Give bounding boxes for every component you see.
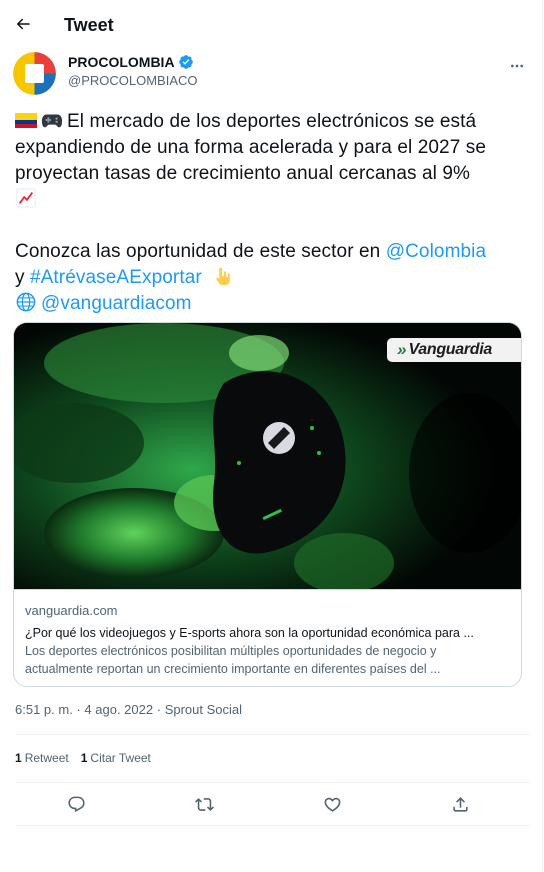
- tweet-stats: 1 Retweet 1 Citar Tweet: [15, 751, 151, 765]
- tweet-line-5: y #AtrévaseAExportar: [15, 265, 530, 291]
- author-handle[interactable]: @PROCOLOMBIACO: [68, 73, 198, 88]
- reply-icon: [67, 796, 85, 812]
- tweet-source[interactable]: Sprout Social: [165, 702, 242, 717]
- share-button[interactable]: [448, 792, 472, 816]
- card-domain: vanguardia.com: [25, 603, 118, 618]
- meta-separator: ·: [156, 702, 162, 717]
- quote-tweets-stat[interactable]: 1 Citar Tweet: [81, 751, 151, 765]
- chart-increasing-icon: [16, 188, 36, 208]
- tweet-text: El mercado de los deportes electrónicos …: [15, 109, 530, 317]
- vanguardia-badge: » Vanguardia: [387, 338, 521, 362]
- author-name[interactable]: PROCOLOMBIA: [68, 54, 194, 70]
- tweet-line-1-text: El mercado de los deportes electrónicos …: [67, 111, 477, 132]
- card-title: ¿Por qué los videojuegos y E-sports ahor…: [25, 626, 474, 640]
- back-arrow-icon: [17, 18, 30, 30]
- card-body[interactable]: vanguardia.com ¿Por qué los videojuegos …: [14, 589, 521, 686]
- hashtag-link[interactable]: #AtrévaseAExportar: [30, 267, 202, 288]
- reply-button[interactable]: [64, 792, 88, 816]
- card-description-line-2: actualmente reportan un crecimiento impo…: [25, 662, 441, 676]
- quotes-count: 1: [80, 751, 88, 765]
- pointing-down-icon: [216, 267, 230, 286]
- tweet-line-6: @vanguardiacom: [15, 291, 530, 317]
- tweet-line-1: El mercado de los deportes electrónicos …: [15, 109, 530, 135]
- share-icon: [452, 796, 468, 812]
- tweet-line-4: Conozca las oportunidad de este sector e…: [15, 239, 530, 265]
- divider: [15, 782, 530, 783]
- avatar[interactable]: [13, 52, 56, 95]
- tweet-page: Tweet PROCOLOMBIA @PROCOLOMBIACO El merc…: [0, 0, 543, 872]
- divider: [15, 825, 530, 826]
- more-dots-icon: [511, 64, 523, 68]
- back-button[interactable]: [8, 9, 38, 39]
- retweet-button[interactable]: [192, 792, 216, 816]
- vanguardia-chevron-icon: »: [397, 340, 407, 359]
- link-preview-card[interactable]: » Vanguardia vanguardia.com ¿Por qué los…: [13, 322, 522, 687]
- tweet-line-2: expandiendo de una forma acelerada y par…: [15, 137, 487, 158]
- quotes-label: Citar Tweet: [90, 751, 151, 765]
- mention-vanguardia-link[interactable]: @vanguardiacom: [41, 293, 192, 314]
- procolombia-logo: [13, 52, 56, 95]
- tweet-line-3: proyectan tasas de crecimiento anual cer…: [15, 163, 471, 184]
- globe-icon: [16, 292, 36, 312]
- meta-separator: ·: [76, 702, 81, 717]
- tweet-actions: [15, 786, 530, 822]
- card-image[interactable]: » Vanguardia: [14, 323, 521, 589]
- colombia-flag-icon: [15, 113, 37, 128]
- page-title: Tweet: [64, 15, 114, 35]
- tweet-line-4-text: Conozca las oportunidad de este sector e…: [15, 241, 386, 262]
- retweets-label: Retweet: [24, 751, 69, 765]
- retweets-stat[interactable]: 1 Retweet: [15, 751, 69, 765]
- game-controller-icon: [41, 114, 63, 128]
- tweet-meta: 6:51 p. m. · 4 ago. 2022 · Sprout Social: [15, 702, 242, 717]
- card-description-line-1: Los deportes electrónicos posibilitan mú…: [25, 644, 437, 658]
- retweets-count: 1: [15, 751, 22, 765]
- heart-icon: [324, 797, 340, 812]
- verified-badge-icon: [178, 55, 193, 69]
- tweet-line-emoji: [15, 187, 530, 213]
- mention-colombia-link[interactable]: @Colombia: [386, 241, 486, 262]
- vanguardia-badge-text: Vanguardia: [408, 341, 493, 358]
- like-button[interactable]: [320, 792, 344, 816]
- tweet-line-5-text: y: [15, 267, 30, 288]
- tweet-author: PROCOLOMBIA @PROCOLOMBIACO: [13, 52, 531, 96]
- divider: [15, 734, 530, 735]
- tweet-time[interactable]: 6:51 p. m.: [15, 702, 73, 717]
- tweet-date[interactable]: 4 ago. 2022: [84, 702, 153, 717]
- top-bar: Tweet: [0, 0, 543, 50]
- retweet-icon: [194, 797, 214, 811]
- author-name-text: PROCOLOMBIA: [68, 54, 175, 70]
- more-button[interactable]: [505, 56, 529, 76]
- controller-photo: [14, 323, 521, 589]
